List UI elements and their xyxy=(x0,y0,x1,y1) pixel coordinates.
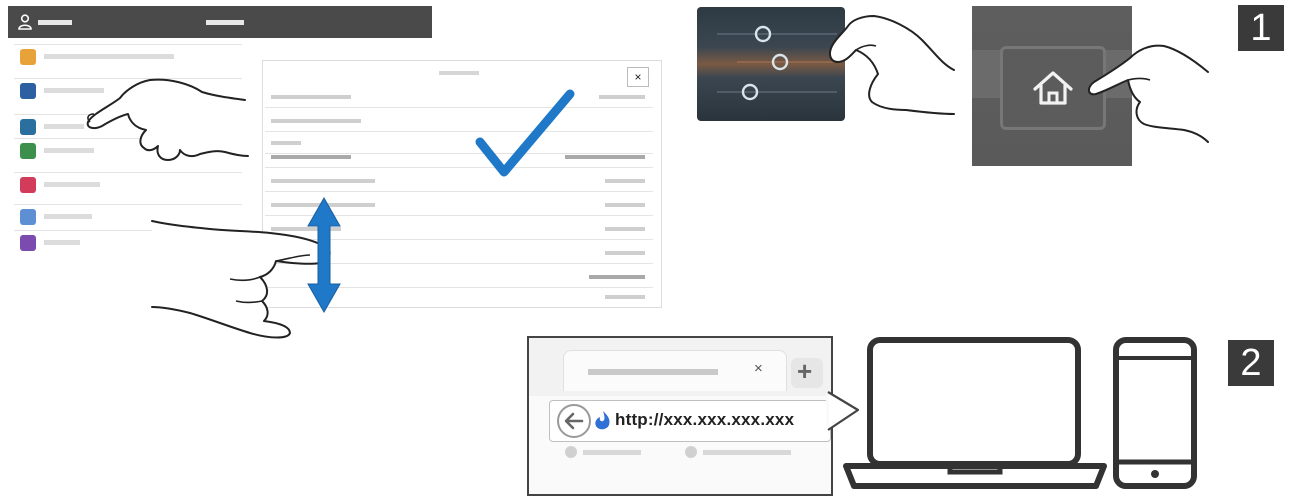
new-tab-button[interactable]: + xyxy=(791,356,823,388)
close-button[interactable]: × xyxy=(627,67,649,87)
step-1-badge: 1 xyxy=(1238,5,1284,51)
user-icon[interactable] xyxy=(18,14,32,30)
list-item[interactable] xyxy=(265,87,653,108)
press-hand-icon xyxy=(829,15,955,115)
list-item[interactable] xyxy=(265,111,653,132)
browser-window: × + http://xxx.xxx.xxx.xxx xyxy=(527,336,833,496)
tab-strip: × + xyxy=(529,338,831,396)
app-icon xyxy=(20,143,36,159)
checkmark-icon xyxy=(475,89,575,177)
control-panel-photo xyxy=(697,7,845,121)
user-name-placeholder xyxy=(38,20,72,25)
browser-logo-icon xyxy=(595,411,610,430)
list-item[interactable] xyxy=(265,147,653,168)
bookmark-item[interactable] xyxy=(565,444,645,462)
app-label-placeholder xyxy=(44,124,84,129)
press-hand-icon xyxy=(1088,44,1209,143)
app-icon xyxy=(20,83,36,99)
app-icon xyxy=(20,209,36,225)
app-icon xyxy=(20,177,36,193)
tap-hand-icon xyxy=(86,78,249,161)
app-item[interactable] xyxy=(14,44,242,69)
screen-top-bar xyxy=(8,6,432,38)
phone-icon xyxy=(1113,337,1197,489)
dialog-title-placeholder xyxy=(439,71,479,75)
tab-title-placeholder xyxy=(588,369,718,375)
laptop-icon xyxy=(843,337,1107,489)
arrow-left-icon xyxy=(564,412,584,430)
url-text[interactable]: http://xxx.xxx.xxx.xxx xyxy=(615,410,794,430)
app-label-placeholder xyxy=(44,54,174,59)
scroll-arrow-icon xyxy=(307,196,341,314)
list-item[interactable] xyxy=(265,171,653,192)
back-button[interactable] xyxy=(557,404,591,438)
app-label-placeholder xyxy=(44,240,80,245)
step-2-badge: 2 xyxy=(1228,340,1274,386)
tab-close-icon[interactable]: × xyxy=(754,360,763,377)
home-icon xyxy=(1033,71,1073,105)
app-label-placeholder xyxy=(44,182,100,187)
plus-icon: + xyxy=(797,356,813,386)
screen-title-placeholder xyxy=(206,20,244,25)
app-label-placeholder xyxy=(44,214,92,219)
bookmark-item[interactable] xyxy=(685,444,795,462)
app-icon xyxy=(20,235,36,251)
app-icon xyxy=(20,49,36,65)
browser-tab[interactable]: × xyxy=(563,350,787,391)
app-item[interactable] xyxy=(14,172,242,197)
app-icon xyxy=(20,119,36,135)
